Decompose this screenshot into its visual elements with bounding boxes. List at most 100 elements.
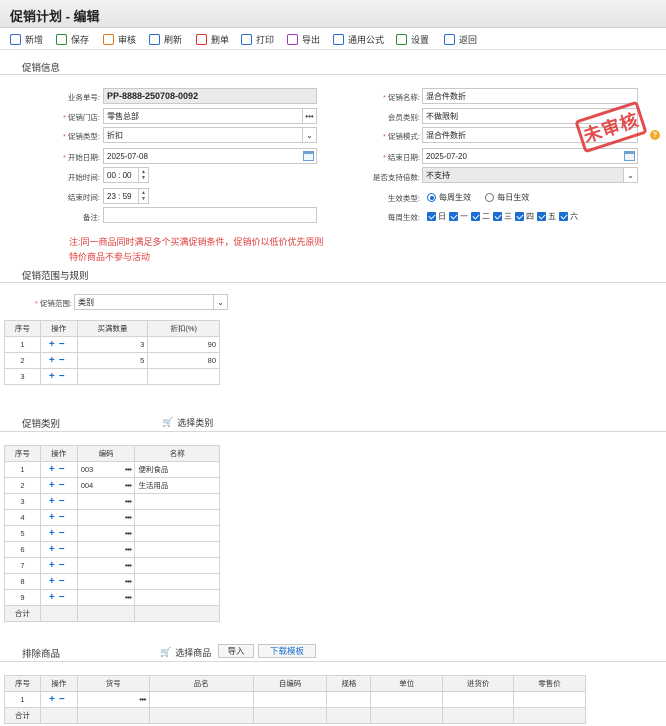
- code-cell[interactable]: •••: [76, 541, 136, 558]
- chevron-down-icon[interactable]: ⌄: [213, 295, 227, 309]
- discount-cell[interactable]: [147, 368, 220, 385]
- time-spinner[interactable]: ▲ ▼: [138, 189, 148, 203]
- toolbar-button-8[interactable]: 设置: [396, 31, 429, 47]
- row-number: 2: [4, 352, 41, 369]
- add-row-icon[interactable]: +: [49, 694, 59, 705]
- remove-row-icon[interactable]: −: [59, 592, 69, 603]
- toolbar-button-6[interactable]: 导出: [287, 31, 320, 47]
- add-row-icon[interactable]: +: [49, 512, 59, 523]
- remove-row-icon[interactable]: −: [59, 464, 69, 475]
- radio-daily[interactable]: 每日生效: [485, 193, 529, 203]
- table-row: 8 +− •••: [4, 573, 220, 590]
- toolbar-button-4[interactable]: 删单: [196, 31, 229, 47]
- qty-cell[interactable]: 5: [76, 352, 149, 369]
- add-row-icon[interactable]: +: [49, 560, 59, 571]
- chevron-down-icon[interactable]: ⌄: [623, 168, 637, 182]
- toolbar-button-3[interactable]: 刷新: [149, 31, 182, 47]
- add-row-icon[interactable]: +: [49, 528, 59, 539]
- calendar-icon[interactable]: [303, 151, 314, 161]
- promo-type-select[interactable]: 折扣 ⌄: [103, 127, 317, 143]
- code-cell[interactable]: •••: [76, 573, 136, 590]
- lookup-button[interactable]: •••: [125, 465, 132, 474]
- store-field[interactable]: 零售总部 •••: [103, 108, 317, 124]
- chevron-down-icon[interactable]: ⌄: [302, 128, 316, 142]
- weekday-checkbox-1[interactable]: 一: [449, 212, 468, 222]
- radio-weekly[interactable]: 每周生效: [427, 193, 471, 203]
- remove-row-icon[interactable]: −: [59, 371, 69, 382]
- add-row-icon[interactable]: +: [49, 339, 59, 350]
- lookup-button[interactable]: •••: [125, 481, 132, 490]
- multiple-select[interactable]: 不支持 ⌄: [422, 167, 638, 183]
- discount-cell[interactable]: 90: [147, 336, 220, 353]
- remove-row-icon[interactable]: −: [59, 480, 69, 491]
- remove-row-icon[interactable]: −: [59, 496, 69, 507]
- weekday-checkbox-2[interactable]: 二: [471, 212, 490, 222]
- select-goods-button[interactable]: 🛒 选择商品: [160, 646, 211, 659]
- code-cell[interactable]: •••: [76, 557, 136, 574]
- lookup-button[interactable]: •••: [125, 577, 132, 586]
- remove-row-icon[interactable]: −: [59, 576, 69, 587]
- start-time-field[interactable]: 00 : 00 ▲ ▼: [103, 167, 149, 183]
- weekday-checkbox-6[interactable]: 六: [559, 212, 578, 222]
- toolbar-button-2[interactable]: 审核: [103, 31, 136, 47]
- toolbar-button-1[interactable]: 保存: [56, 31, 89, 47]
- import-button[interactable]: 导入: [218, 644, 254, 658]
- toolbar-button-5[interactable]: 打印: [241, 31, 274, 47]
- download-template-button[interactable]: 下载模板: [258, 644, 316, 658]
- qty-cell[interactable]: 3: [76, 336, 149, 353]
- add-row-icon[interactable]: +: [49, 576, 59, 587]
- add-row-icon[interactable]: +: [49, 592, 59, 603]
- remove-row-icon[interactable]: −: [59, 560, 69, 571]
- code-cell[interactable]: •••: [76, 509, 136, 526]
- row-actions: +−: [39, 477, 78, 494]
- scope-rule-table: 序号 操作 买满数量 折扣(%) 1 +− 3 90 2 +− 5 80 3 +−: [4, 320, 220, 385]
- select-category-button[interactable]: 🛒 选择类别: [162, 416, 213, 429]
- add-row-icon[interactable]: +: [49, 496, 59, 507]
- time-spinner[interactable]: ▲ ▼: [138, 168, 148, 182]
- weekday-checkbox-4[interactable]: 四: [515, 212, 534, 222]
- weekday-checkbox-3[interactable]: 三: [493, 212, 512, 222]
- add-row-icon[interactable]: +: [49, 371, 59, 382]
- weekday-checkbox-5[interactable]: 五: [537, 212, 556, 222]
- lookup-button[interactable]: •••: [125, 545, 132, 554]
- toolbar-button-0[interactable]: 新增: [10, 31, 43, 47]
- code-cell[interactable]: •••: [76, 493, 136, 510]
- remove-row-icon[interactable]: −: [59, 528, 69, 539]
- code-cell[interactable]: 004 •••: [76, 477, 136, 494]
- remove-row-icon[interactable]: −: [59, 512, 69, 523]
- sku-cell[interactable]: •••: [76, 691, 150, 708]
- toolbar-button-9[interactable]: 返回: [444, 31, 477, 47]
- weekday-checkbox-0[interactable]: 日: [427, 212, 446, 222]
- lookup-button[interactable]: •••: [125, 593, 132, 602]
- toolbar-button-7[interactable]: 通用公式: [333, 31, 384, 47]
- remove-row-icon[interactable]: −: [59, 694, 69, 705]
- remark-input[interactable]: [103, 207, 317, 223]
- lookup-button[interactable]: •••: [125, 513, 132, 522]
- end-date-field[interactable]: 2025-07-20: [422, 148, 638, 164]
- remove-row-icon[interactable]: −: [59, 339, 69, 350]
- add-row-icon[interactable]: +: [49, 480, 59, 491]
- calendar-icon[interactable]: [624, 151, 635, 161]
- start-date-field[interactable]: 2025-07-08: [103, 148, 317, 164]
- add-row-icon[interactable]: +: [49, 355, 59, 366]
- add-row-icon[interactable]: +: [49, 544, 59, 555]
- code-cell[interactable]: •••: [76, 525, 136, 542]
- scope-select[interactable]: 类别 ⌄: [74, 294, 228, 310]
- qty-cell[interactable]: [76, 368, 149, 385]
- table-row: 2 +− 004 ••• 生活用品: [4, 477, 220, 494]
- remove-row-icon[interactable]: −: [59, 544, 69, 555]
- help-icon[interactable]: ?: [650, 130, 660, 140]
- remove-row-icon[interactable]: −: [59, 355, 69, 366]
- lookup-button[interactable]: •••: [125, 529, 132, 538]
- lookup-button[interactable]: •••: [125, 561, 132, 570]
- store-lookup-button[interactable]: •••: [302, 109, 316, 123]
- code-cell[interactable]: 003 •••: [76, 461, 136, 478]
- discount-cell[interactable]: 80: [147, 352, 220, 369]
- divider: [0, 431, 666, 432]
- promo-name-input[interactable]: 混合件数折: [422, 88, 638, 104]
- add-row-icon[interactable]: +: [49, 464, 59, 475]
- lookup-button[interactable]: •••: [125, 497, 132, 506]
- code-cell[interactable]: •••: [76, 589, 136, 606]
- lookup-button[interactable]: •••: [139, 695, 146, 704]
- end-time-field[interactable]: 23 : 59 ▲ ▼: [103, 188, 149, 204]
